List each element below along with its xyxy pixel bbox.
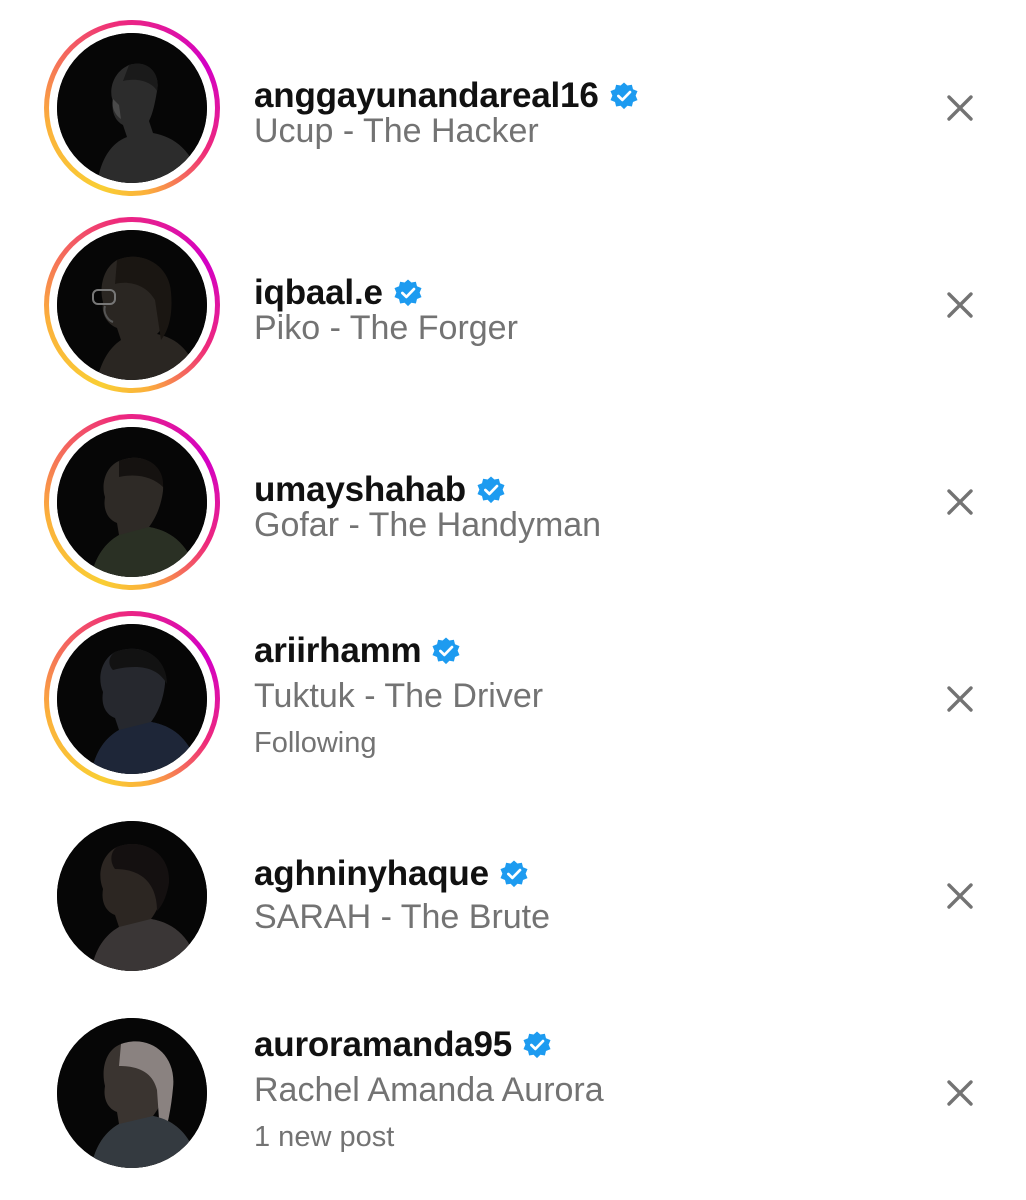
suggestion-row[interactable]: iqbaal.e Piko - The Forger [0, 207, 1026, 403]
suggestion-row[interactable]: auroramanda95 Rachel Amanda Aurora 1 new… [0, 995, 1026, 1191]
full-name: Gofar - The Handyman [254, 506, 602, 544]
close-icon[interactable] [940, 1073, 980, 1113]
avatar[interactable] [57, 624, 207, 774]
suggestion-row[interactable]: umayshahab Gofar - The Handyman [0, 404, 1026, 600]
story-ring[interactable] [44, 414, 220, 590]
activity-status: 1 new post [254, 1121, 395, 1153]
suggestion-row[interactable]: aghninyhaque SARAH - The Brute [0, 798, 1026, 994]
suggestion-row[interactable]: anggayunandareal16 Ucup - The Hacker [0, 10, 1026, 206]
close-icon[interactable] [940, 285, 980, 325]
close-icon[interactable] [940, 679, 980, 719]
avatar-frame [44, 808, 220, 984]
avatar[interactable] [57, 1018, 207, 1168]
username[interactable]: umayshahab [254, 470, 466, 510]
verified-badge-icon [522, 1030, 552, 1060]
full-name: Rachel Amanda Aurora [254, 1071, 604, 1109]
profile-photo-silhouette [57, 1018, 207, 1168]
avatar[interactable] [57, 821, 207, 971]
verified-badge-icon [476, 475, 506, 505]
avatar[interactable] [57, 33, 207, 183]
username[interactable]: anggayunandareal16 [254, 76, 599, 116]
username[interactable]: ariirhamm [254, 631, 422, 671]
avatar-frame [44, 1005, 220, 1181]
profile-photo-silhouette [57, 230, 207, 380]
avatar[interactable] [57, 230, 207, 380]
profile-photo-silhouette [57, 33, 207, 183]
story-ring[interactable] [44, 217, 220, 393]
suggestion-row[interactable]: ariirhamm Tuktuk - The Driver Following [0, 601, 1026, 797]
profile-photo-silhouette [57, 427, 207, 577]
close-icon[interactable] [940, 876, 980, 916]
close-icon[interactable] [940, 88, 980, 128]
full-name: Tuktuk - The Driver [254, 677, 544, 715]
full-name: Piko - The Forger [254, 309, 518, 347]
full-name: Ucup - The Hacker [254, 112, 539, 150]
story-ring[interactable] [44, 20, 220, 196]
verified-badge-icon [499, 859, 529, 889]
username[interactable]: iqbaal.e [254, 273, 383, 313]
verified-badge-icon [609, 81, 639, 111]
story-ring[interactable] [44, 611, 220, 787]
username[interactable]: aghninyhaque [254, 854, 489, 894]
follow-status: Following [254, 727, 377, 759]
verified-badge-icon [431, 636, 461, 666]
avatar[interactable] [57, 427, 207, 577]
username[interactable]: auroramanda95 [254, 1025, 512, 1065]
profile-photo-silhouette [57, 624, 207, 774]
full-name: SARAH - The Brute [254, 898, 551, 936]
close-icon[interactable] [940, 482, 980, 522]
profile-photo-silhouette [57, 821, 207, 971]
suggested-accounts-list: anggayunandareal16 Ucup - The Hacker iqb… [0, 0, 1026, 1200]
verified-badge-icon [393, 278, 423, 308]
